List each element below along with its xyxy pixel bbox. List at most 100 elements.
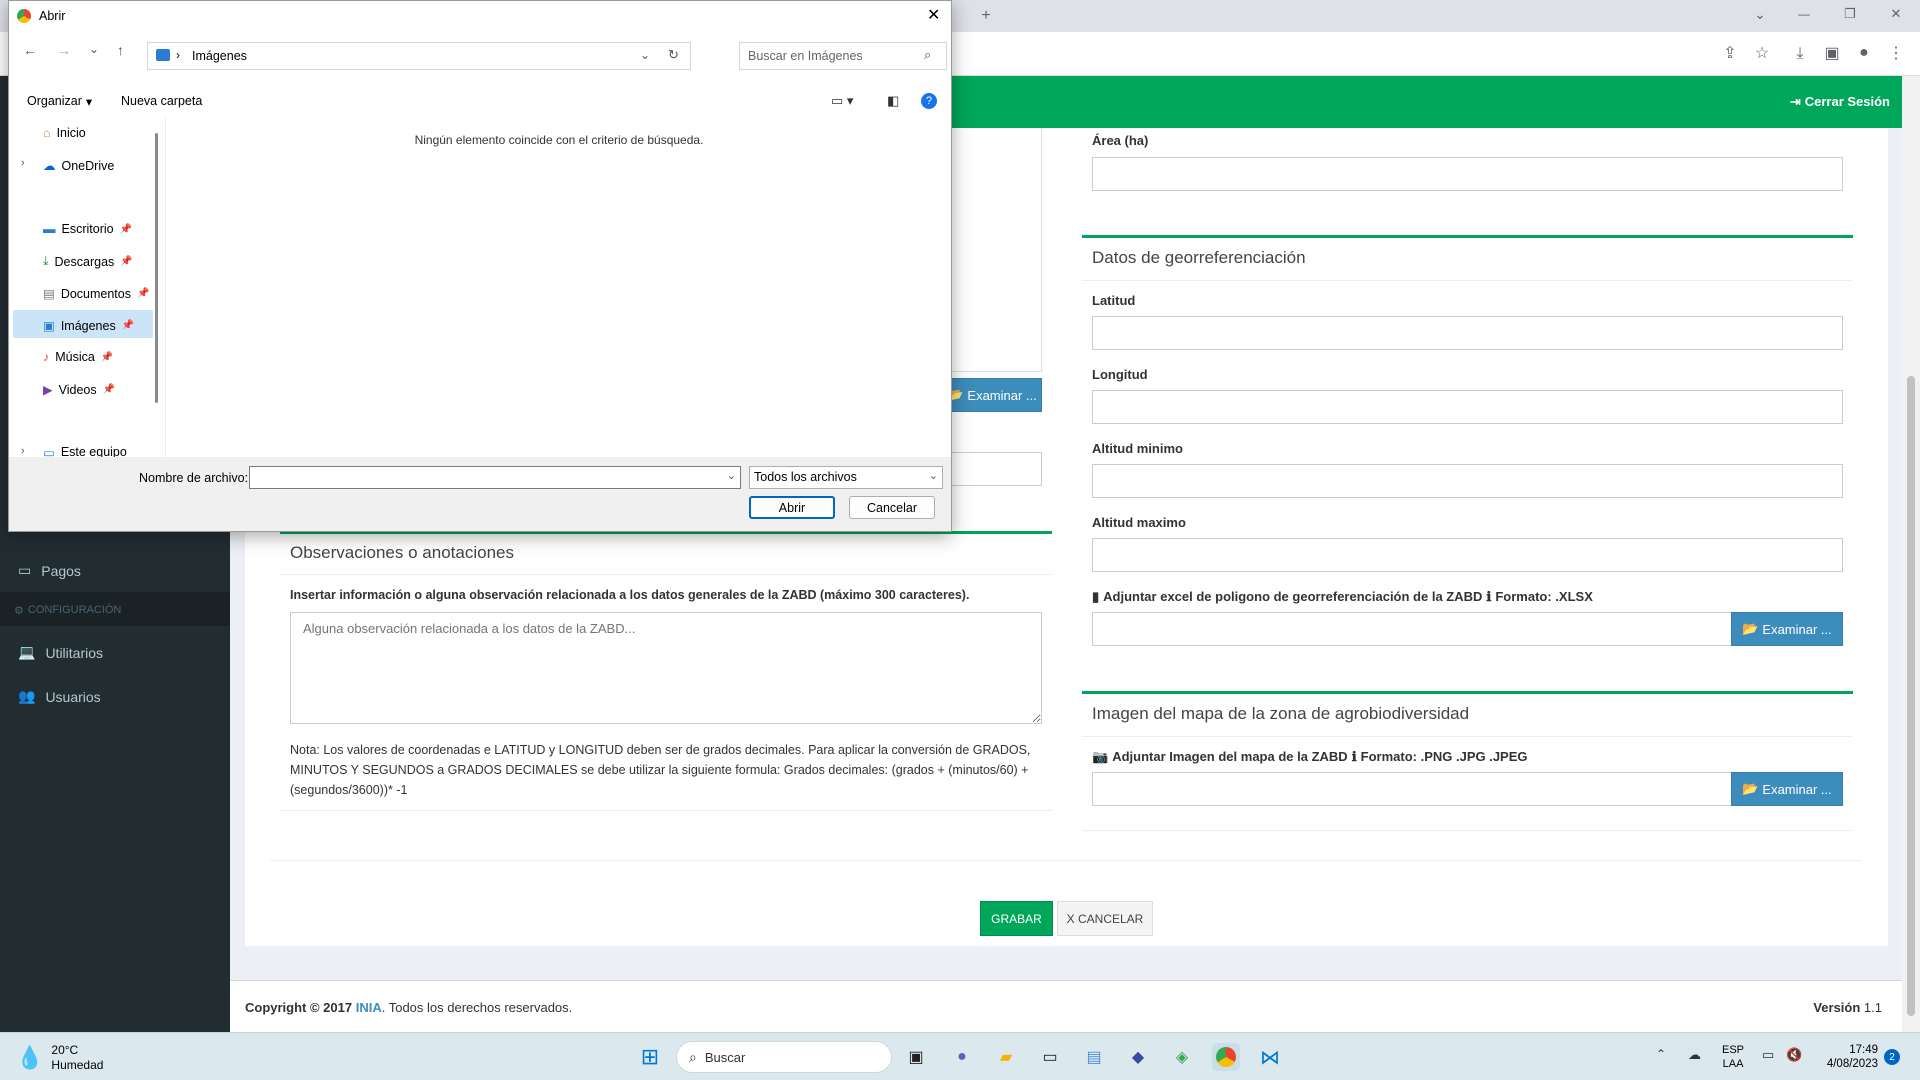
address-dropdown-icon[interactable]: ⌄ xyxy=(640,48,650,62)
map-examinar-button[interactable]: 📂 Examinar ... xyxy=(1731,772,1843,806)
task-view-icon[interactable]: ▣ xyxy=(902,1043,930,1071)
file-explorer-icon[interactable]: ▰ xyxy=(992,1043,1020,1071)
app-icon[interactable]: ◆ xyxy=(1124,1043,1152,1071)
nav-item-documentos[interactable]: ▤ Documentos 📌 xyxy=(43,286,149,302)
sidebar-item-pagos[interactable]: ▭ Pagos xyxy=(18,562,81,579)
notification-badge[interactable]: 2 xyxy=(1884,1049,1900,1065)
excel-examinar-button[interactable]: 📂 Examinar ... xyxy=(1731,612,1843,646)
inia-link[interactable]: INIA xyxy=(356,1000,382,1015)
dialog-search-box[interactable]: Buscar en Imágenes ⌕ xyxy=(739,42,947,70)
water-drop-icon: 💧 xyxy=(16,1045,44,1070)
latitud-input[interactable] xyxy=(1092,316,1843,350)
sidebar-item-usuarios[interactable]: 👥 Usuarios xyxy=(18,688,101,705)
cloud-icon: ☁ xyxy=(43,159,56,173)
filename-input[interactable]: ⌄ xyxy=(249,466,741,489)
page-scrollbar[interactable] xyxy=(1902,76,1920,1032)
dialog-cancel-button[interactable]: Cancelar xyxy=(849,496,935,519)
navigation-pane: ⌂ Inicio › ☁ OneDrive ▬ Escritorio 📌 ⤓ Desca… xyxy=(9,117,159,457)
nav-item-musica[interactable]: ♪ Música 📌 xyxy=(43,350,113,364)
preview-pane-icon[interactable]: ◧ xyxy=(887,93,899,109)
weather-widget[interactable]: 💧 20°C Humedad xyxy=(16,1043,103,1073)
tab-search-icon[interactable]: ⌄ xyxy=(1748,4,1772,24)
recent-dropdown-icon[interactable]: ⌄ xyxy=(89,42,99,56)
dialog-close-icon[interactable]: ✕ xyxy=(927,5,940,25)
expand-chevron-icon[interactable]: › xyxy=(21,445,25,457)
minimize-button[interactable]: — xyxy=(1792,4,1816,24)
altitud-min-input[interactable] xyxy=(1092,464,1843,498)
area-input[interactable] xyxy=(1092,157,1843,191)
expand-chevron-icon[interactable]: › xyxy=(21,157,25,169)
windows-start-icon[interactable]: ⊞ xyxy=(636,1043,664,1071)
forward-arrow-icon[interactable]: → xyxy=(57,42,71,58)
clock[interactable]: 17:49 4/08/2023 xyxy=(1814,1043,1878,1071)
cancelar-button[interactable]: X CANCELAR xyxy=(1057,901,1153,936)
document-icon: ▤ xyxy=(43,287,55,301)
organizar-menu[interactable]: Organizar ▾ xyxy=(27,94,92,109)
copyright: Copyright © 2017 INIA. Todos los derecho… xyxy=(245,1000,573,1015)
nav-item-inicio[interactable]: ⌂ Inicio xyxy=(43,126,86,140)
desktop-icon: ▬ xyxy=(43,222,56,236)
back-arrow-icon[interactable]: ← xyxy=(23,42,37,58)
map-section-title: Imagen del mapa de la zona de agrobiodiv… xyxy=(1092,704,1470,723)
scrollbar-thumb[interactable] xyxy=(1907,376,1915,1016)
altitud-min-label: Altitud minimo xyxy=(1092,441,1183,456)
pin-icon: 📌 xyxy=(102,384,116,395)
map-file-input[interactable] xyxy=(1092,772,1732,806)
pin-icon: 📌 xyxy=(121,320,135,331)
volume-muted-icon[interactable]: 🔇 xyxy=(1786,1047,1802,1063)
side-panel-icon[interactable]: ▣ xyxy=(1820,44,1844,64)
address-bar[interactable]: › Imágenes ⌄ ↻ xyxy=(147,42,691,70)
onedrive-tray-icon[interactable]: ☁ xyxy=(1688,1047,1701,1063)
filename-dropdown-icon[interactable]: ⌄ xyxy=(727,469,736,482)
examinar-button-left[interactable]: 📂 Examinar ... xyxy=(942,378,1042,412)
chrome-taskbar-icon[interactable] xyxy=(1212,1043,1240,1071)
image-preview-frame xyxy=(940,128,1042,372)
left-field-input[interactable] xyxy=(942,452,1042,486)
grabar-button[interactable]: GRABAR xyxy=(980,901,1053,936)
view-options-icon[interactable]: ▭ ▾ xyxy=(831,93,853,109)
nav-scrollbar[interactable] xyxy=(155,133,158,403)
remote-desktop-icon[interactable]: ▤ xyxy=(1080,1043,1108,1071)
info-icon: ℹ xyxy=(1486,589,1492,604)
nueva-carpeta-button[interactable]: Nueva carpeta xyxy=(121,94,202,108)
up-arrow-icon[interactable]: ↑ xyxy=(117,42,124,58)
sign-out-icon: ⇥ xyxy=(1789,94,1801,109)
nav-item-escritorio[interactable]: ▬ Escritorio 📌 xyxy=(43,222,132,236)
latitud-label: Latitud xyxy=(1092,293,1136,308)
dialog-open-button[interactable]: Abrir xyxy=(749,496,835,519)
terminal-icon[interactable]: ▭ xyxy=(1036,1043,1064,1071)
new-tab-button[interactable]: + xyxy=(974,6,998,26)
excel-file-input[interactable] xyxy=(1092,612,1732,646)
altitud-max-input[interactable] xyxy=(1092,538,1843,572)
nav-item-onedrive[interactable]: ☁ OneDrive xyxy=(43,158,114,174)
nav-item-este-equipo[interactable]: ▭ Este equipo xyxy=(43,445,127,457)
bookmark-star-icon[interactable]: ☆ xyxy=(1750,44,1774,64)
search-icon: ⌕ xyxy=(924,47,932,62)
logout-link[interactable]: ⇥ Cerrar Sesión xyxy=(1790,94,1890,110)
filetype-select[interactable]: Todos los archivos ⌄ xyxy=(749,466,943,489)
vscode-icon[interactable]: ⋈ xyxy=(1256,1043,1284,1071)
sidebar-item-utilitarios[interactable]: 💻 Utilitarios xyxy=(18,644,103,661)
longitud-input[interactable] xyxy=(1092,390,1843,424)
obs-textarea[interactable] xyxy=(290,612,1042,724)
nav-item-imagenes[interactable]: ▣ Imágenes 📌 xyxy=(43,318,135,334)
menu-kebab-icon[interactable]: ⋮ xyxy=(1884,44,1908,64)
taskbar-search[interactable]: ⌕ Buscar xyxy=(676,1041,892,1073)
maximize-button[interactable]: ❐ xyxy=(1838,4,1862,24)
language-indicator[interactable]: ESP LAA xyxy=(1722,1043,1744,1071)
nav-item-videos[interactable]: ▶ Videos 📌 xyxy=(43,382,116,398)
chat-icon[interactable]: ● xyxy=(948,1043,976,1071)
profile-avatar-icon[interactable]: ● xyxy=(1852,43,1876,63)
obs-section-title: Observaciones o anotaciones xyxy=(290,543,514,562)
help-icon[interactable]: ? xyxy=(921,93,937,109)
filetype-dropdown-icon: ⌄ xyxy=(928,470,938,482)
close-window-button[interactable]: ✕ xyxy=(1884,4,1908,24)
downloads-icon[interactable]: ⤓ xyxy=(1788,44,1812,64)
network-icon[interactable]: ▭ xyxy=(1762,1047,1774,1063)
tray-chevron-icon[interactable]: ⌃ xyxy=(1656,1047,1666,1061)
share-icon[interactable]: ⇪ xyxy=(1718,44,1742,64)
empty-message: Ningún elemento coincide con el criterio… xyxy=(414,133,704,147)
nav-item-descargas[interactable]: ⤓ Descargas 📌 xyxy=(43,254,133,269)
refresh-icon[interactable]: ↻ xyxy=(668,47,679,63)
design-app-icon[interactable]: ◈ xyxy=(1168,1043,1196,1071)
